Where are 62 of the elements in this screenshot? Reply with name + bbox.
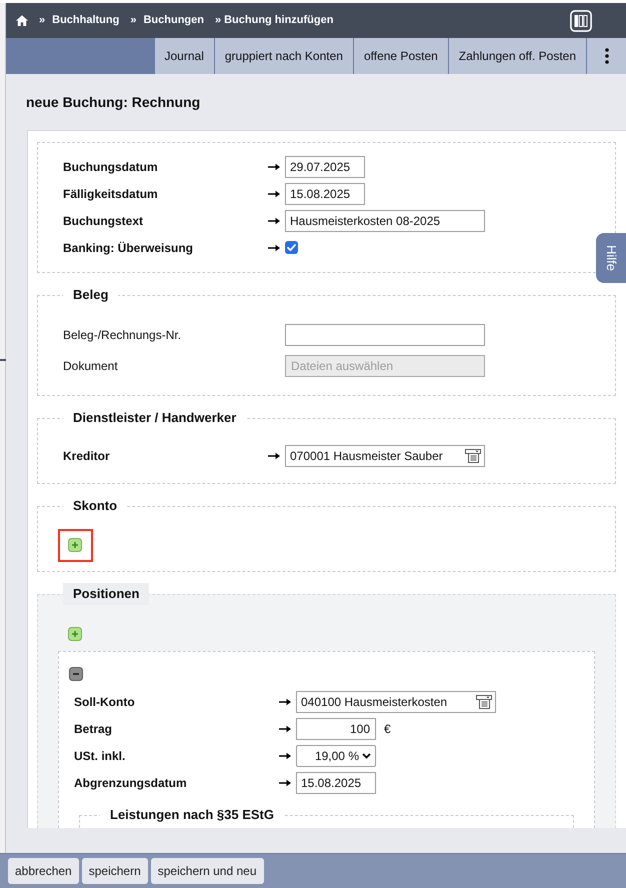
field-label: Fälligkeitsdatum — [63, 186, 159, 202]
section-legend: Beleg — [63, 287, 118, 303]
field-label: Dokument — [63, 358, 119, 374]
section-legend: Skonto — [63, 498, 128, 514]
page-title: neue Buchung: Rechnung — [26, 92, 200, 112]
arrow-right-icon — [268, 216, 280, 224]
arrow-right-icon — [268, 244, 280, 252]
lookup-field[interactable]: 070001 Hausmeister Sauber — [285, 444, 485, 466]
field-label: Buchungstext — [63, 212, 144, 230]
section-legend: Dienstleister / Handwerker — [63, 410, 246, 426]
field-label: USt. inkl. — [74, 748, 126, 764]
breadcrumb-link[interactable]: Buchungen — [143, 12, 204, 29]
breadcrumb-link[interactable]: Buchhaltung — [52, 12, 120, 29]
breadcrumb-separator: » — [130, 13, 136, 28]
select-field[interactable]: 19,00 % — [296, 744, 376, 766]
lookup-field[interactable]: 040100 Hausmeisterkosten — [296, 690, 496, 712]
text-field[interactable]: Hausmeisterkosten 08-2025 — [285, 210, 485, 232]
nav-tab[interactable]: gruppiert nach Konten — [214, 38, 353, 74]
arrow-right-icon — [268, 452, 280, 460]
arrow-right-icon — [268, 162, 280, 170]
action-button[interactable]: speichern und neu — [150, 858, 264, 884]
action-button[interactable]: abbrechen — [8, 858, 79, 884]
arrow-right-icon — [279, 698, 291, 706]
section-legend: Positionen — [63, 583, 150, 605]
plus-icon[interactable] — [68, 627, 82, 641]
action-button[interactable]: speichern — [82, 858, 148, 884]
field-label: Banking: Überweisung — [63, 240, 194, 256]
arrow-right-icon — [279, 752, 291, 760]
arrow-right-icon — [279, 778, 291, 786]
field-label: Buchungsdatum — [63, 158, 159, 176]
checkbox[interactable] — [285, 241, 298, 254]
field-label: Beleg-/Rechnungs-Nr. — [63, 326, 182, 344]
breadcrumb-separator: » — [39, 13, 46, 28]
date-field[interactable]: 15.08.2025 — [285, 182, 365, 204]
plus-icon[interactable] — [68, 538, 82, 552]
list-picker-icon[interactable] — [465, 448, 481, 462]
arrow-right-icon — [279, 724, 291, 732]
field-label: Abgrenzungsdatum — [74, 774, 188, 792]
arrow-right-icon — [268, 190, 280, 198]
section-legend: Leistungen nach §35 EStG — [100, 807, 284, 823]
more-button[interactable] — [586, 38, 626, 74]
amount-field[interactable]: 100 — [296, 718, 376, 740]
home-icon[interactable] — [16, 15, 28, 26]
field-label: Soll-Konto — [74, 694, 136, 710]
columns-icon[interactable] — [570, 10, 592, 32]
field-label: Kreditor — [63, 448, 111, 464]
nav-tab[interactable]: Zahlungen off. Posten — [448, 38, 586, 74]
date-field[interactable]: 15.08.2025 — [296, 772, 376, 794]
kebab-menu-icon — [604, 48, 608, 64]
currency-label: € — [384, 720, 391, 738]
list-picker-icon[interactable] — [476, 694, 492, 708]
nav-tab[interactable]: Journal — [154, 38, 214, 74]
breadcrumb-separator: » — [214, 13, 222, 28]
breadcrumb-current: Buchung hinzufügen — [224, 13, 334, 28]
chevron-down-icon — [362, 752, 371, 758]
text-field[interactable] — [285, 324, 485, 346]
help-tab[interactable]: Hilfe — [596, 233, 626, 283]
minus-icon[interactable] — [69, 667, 83, 681]
field-label: Betrag — [74, 720, 114, 738]
resize-handle[interactable] — [0, 359, 6, 361]
date-field[interactable]: 29.07.2025 — [285, 156, 365, 178]
nav-tab[interactable]: offene Posten — [352, 38, 448, 74]
